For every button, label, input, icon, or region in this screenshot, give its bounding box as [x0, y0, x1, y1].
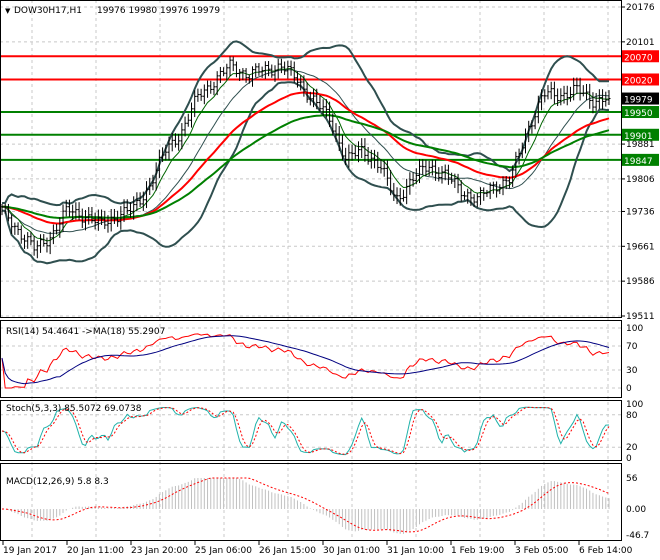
x-tick-label: 30 Jan 01:00 — [323, 546, 380, 556]
rsi-tick-label: 100 — [626, 324, 643, 334]
ma-green-slow — [2, 114, 610, 220]
price-panel[interactable] — [0, 40, 621, 265]
y-tick-label: 19586 — [626, 277, 655, 287]
level-tag-label: 19901 — [624, 132, 653, 142]
stoch-tick-label: 100 — [626, 400, 643, 410]
rsi-title: RSI(14) 54.4641 ->MA(18) 55.2907 — [6, 327, 165, 337]
macd-tick-label: 56 — [626, 474, 638, 484]
x-tick-label: 26 Jan 15:00 — [259, 546, 316, 556]
stoch-title: Stoch(5,3,3) 85.5072 69.0738 — [6, 404, 142, 414]
stoch-tick-label: 0 — [626, 454, 632, 464]
stoch-tick-label: 80 — [626, 411, 638, 421]
level-tag-label: 19847 — [624, 157, 653, 167]
symbol-title: DOW30H17,H1 — [14, 6, 82, 16]
collapse-arrow-icon[interactable]: ▼ — [5, 7, 11, 15]
macd-title: MACD(12,26,9) 5.8 8.3 — [6, 477, 109, 487]
y-tick-label: 19736 — [626, 207, 655, 217]
y-tick-label: 19661 — [626, 242, 655, 252]
x-tick-label: 1 Feb 19:00 — [451, 546, 505, 556]
level-tag-label: 19950 — [624, 109, 653, 119]
y-tick-label: 20101 — [626, 38, 655, 48]
x-tick-label: 25 Jan 06:00 — [195, 546, 252, 556]
level-tag-label: 20070 — [624, 53, 653, 63]
y-tick-label: 19511 — [626, 312, 655, 322]
x-tick-label: 20 Jan 11:00 — [67, 546, 124, 556]
rsi-ma-line — [1, 335, 610, 385]
y-tick-label: 20176 — [626, 3, 655, 13]
ma-fast — [1, 67, 610, 242]
chart-canvas[interactable]: 19 Jan 2017 20 Jan 11:00 23 Jan 20:00 25 Ja… — [0, 0, 660, 560]
x-tick-label: 31 Jan 10:00 — [387, 546, 444, 556]
stoch-tick-label: 20 — [626, 443, 638, 453]
x-tick-label: 23 Jan 20:00 — [131, 546, 188, 556]
x-tick-label: 3 Feb 05:00 — [515, 546, 569, 556]
indicator-panels[interactable] — [1, 333, 610, 534]
y-tick-label: 19806 — [626, 175, 655, 185]
axes: 19 Jan 2017 20 Jan 11:00 23 Jan 20:00 25 Ja… — [0, 0, 659, 556]
ohlc-readout: 19976 19980 19976 19979 — [97, 6, 220, 16]
macd-tick-label: 0.00 — [626, 505, 646, 515]
level-tag-label: 20020 — [624, 76, 653, 86]
grid — [0, 0, 621, 541]
rsi-tick-label: 30 — [626, 366, 638, 376]
x-tick-label: 19 Jan 2017 — [3, 546, 57, 556]
rsi-tick-label: 70 — [626, 342, 638, 352]
bollinger-upper — [1, 40, 610, 207]
rsi-tick-label: 0 — [626, 384, 632, 394]
trading-chart-window[interactable]: 19 Jan 2017 20 Jan 11:00 23 Jan 20:00 25 Ja… — [0, 0, 660, 560]
x-tick-label: 6 Feb 14:00 — [579, 546, 633, 556]
current-price-label: 19979 — [624, 96, 653, 106]
macd-tick-label: -46.7 — [626, 531, 649, 541]
